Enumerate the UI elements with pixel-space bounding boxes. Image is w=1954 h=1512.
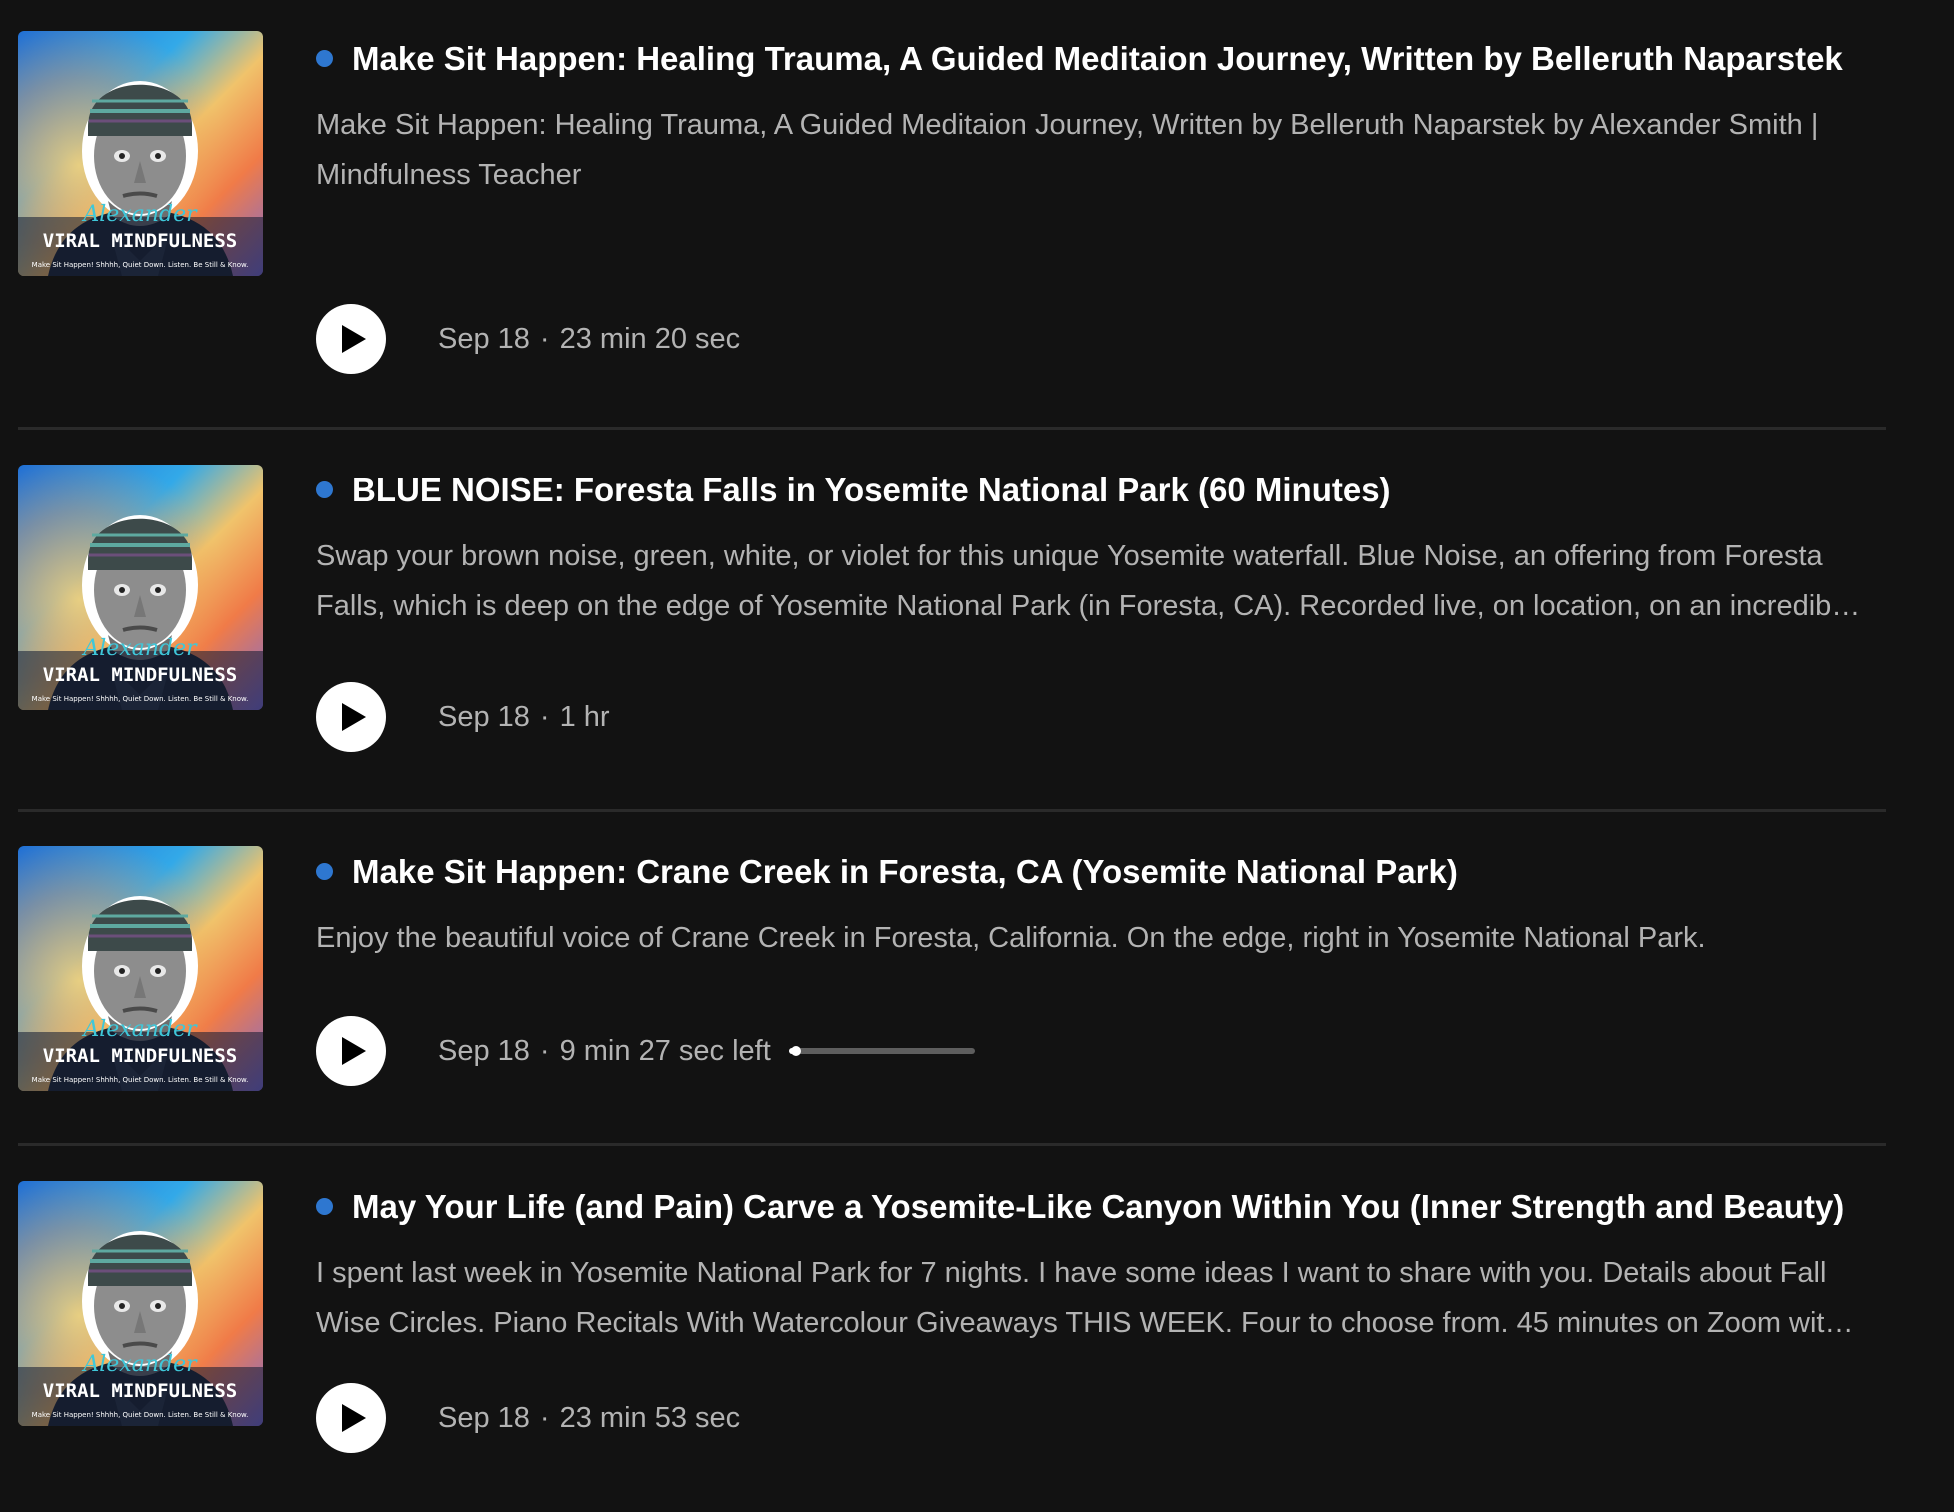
episode-title-row[interactable]: BLUE NOISE: Foresta Falls in Yosemite Na… [316, 464, 1886, 516]
meta-separator: · [539, 700, 550, 733]
episode-title[interactable]: BLUE NOISE: Foresta Falls in Yosemite Na… [352, 471, 1391, 508]
unplayed-dot [316, 1198, 333, 1215]
episode-date: Sep 18 [438, 1401, 530, 1434]
episode-date: Sep 18 [438, 322, 530, 355]
episode-meta: Sep 18 · 9 min 27 sec left [316, 1016, 975, 1086]
episode-meta-text: Sep 18 · 1 hr [438, 701, 610, 734]
episode-content: Make Sit Happen: Healing Trauma, A Guide… [316, 33, 1886, 200]
episode-artwork[interactable]: Alexander VIRAL MINDFULNESS Make Sit Hap… [18, 846, 263, 1091]
episode-date: Sep 18 [438, 1034, 530, 1067]
unplayed-dot [316, 50, 333, 67]
play-button[interactable] [316, 1016, 386, 1086]
artwork-tagline: Make Sit Happen! Shhhh, Quiet Down. List… [32, 1411, 249, 1419]
episode-duration: 1 hr [559, 700, 610, 733]
episode-title[interactable]: Make Sit Happen: Crane Creek in Foresta,… [352, 853, 1458, 890]
episode-meta-text: Sep 18 · 23 min 20 sec [438, 323, 740, 356]
play-icon [342, 703, 366, 731]
episode-meta-text: Sep 18 · 23 min 53 sec [438, 1402, 740, 1435]
meta-separator: · [539, 1401, 550, 1434]
play-icon [342, 1037, 366, 1065]
episode-description: Swap your brown noise, green, white, or … [316, 540, 1854, 622]
play-icon [342, 1404, 366, 1432]
play-icon [342, 325, 366, 353]
episode-content: May Your Life (and Pain) Carve a Yosemit… [316, 1181, 1886, 1348]
artwork-script-name: Alexander [81, 1352, 198, 1377]
play-button[interactable] [316, 682, 386, 752]
artwork-tagline: Make Sit Happen! Shhhh, Quiet Down. List… [32, 261, 249, 269]
episode-meta: Sep 18 · 1 hr [316, 682, 610, 752]
episode-title-row[interactable]: May Your Life (and Pain) Carve a Yosemit… [316, 1181, 1886, 1233]
meta-separator: · [539, 1034, 550, 1067]
episode-meta: Sep 18 · 23 min 20 sec [316, 304, 740, 374]
play-button[interactable] [316, 1383, 386, 1453]
episode-duration: 23 min 53 sec [559, 1401, 741, 1434]
artwork-tagline: Make Sit Happen! Shhhh, Quiet Down. List… [32, 1076, 249, 1084]
episode-content: BLUE NOISE: Foresta Falls in Yosemite Na… [316, 464, 1886, 631]
episode-artwork[interactable]: Alexander VIRAL MINDFULNESS Make Sit Hap… [18, 1181, 263, 1426]
artwork-brand: VIRAL MINDFULNESS [43, 230, 237, 252]
episode-title-row[interactable]: Make Sit Happen: Healing Trauma, A Guide… [316, 33, 1886, 85]
artwork-brand: VIRAL MINDFULNESS [43, 1045, 237, 1067]
artwork-tagline: Make Sit Happen! Shhhh, Quiet Down. List… [32, 695, 249, 703]
episode-title[interactable]: Make Sit Happen: Healing Trauma, A Guide… [352, 40, 1843, 77]
episode-title-row[interactable]: Make Sit Happen: Crane Creek in Foresta,… [316, 846, 1886, 898]
play-button[interactable] [316, 304, 386, 374]
artwork-script-name: Alexander [81, 636, 198, 661]
playback-progress-bar[interactable] [788, 1046, 975, 1056]
episode-list: Alexander VIRAL MINDFULNESS Make Sit Hap… [18, 0, 1886, 1512]
episode-description: I spent last week in Yosemite National P… [316, 1257, 1841, 1339]
unplayed-dot [316, 481, 333, 498]
episode-artwork[interactable]: Alexander VIRAL MINDFULNESS Make Sit Hap… [18, 31, 263, 276]
playback-progress-knob[interactable] [791, 1046, 802, 1056]
episode-content: Make Sit Happen: Crane Creek in Foresta,… [316, 846, 1886, 963]
episode-title[interactable]: May Your Life (and Pain) Carve a Yosemit… [352, 1188, 1844, 1225]
episode-date: Sep 18 [438, 700, 530, 733]
episode-meta-text: Sep 18 · 9 min 27 sec left [438, 1035, 771, 1068]
artwork-script-name: Alexander [81, 202, 198, 227]
episode-row[interactable]: Alexander VIRAL MINDFULNESS Make Sit Hap… [18, 430, 1886, 812]
meta-separator: · [539, 322, 550, 355]
episode-artwork[interactable]: Alexander VIRAL MINDFULNESS Make Sit Hap… [18, 465, 263, 710]
artwork-script-name: Alexander [81, 1017, 198, 1042]
artwork-brand: VIRAL MINDFULNESS [43, 1380, 237, 1402]
episode-duration: 9 min 27 sec left [559, 1034, 771, 1067]
episode-meta: Sep 18 · 23 min 53 sec [316, 1383, 740, 1453]
episode-row[interactable]: Alexander VIRAL MINDFULNESS Make Sit Hap… [18, 0, 1886, 430]
episode-row[interactable]: Alexander VIRAL MINDFULNESS Make Sit Hap… [18, 812, 1886, 1146]
episode-row[interactable]: Alexander VIRAL MINDFULNESS Make Sit Hap… [18, 1146, 1886, 1512]
episode-duration: 23 min 20 sec [559, 322, 741, 355]
episode-description: Make Sit Happen: Healing Trauma, A Guide… [316, 109, 1819, 191]
artwork-brand: VIRAL MINDFULNESS [43, 664, 237, 686]
episode-description: Enjoy the beautiful voice of Crane Creek… [316, 922, 1706, 954]
unplayed-dot [316, 863, 333, 880]
